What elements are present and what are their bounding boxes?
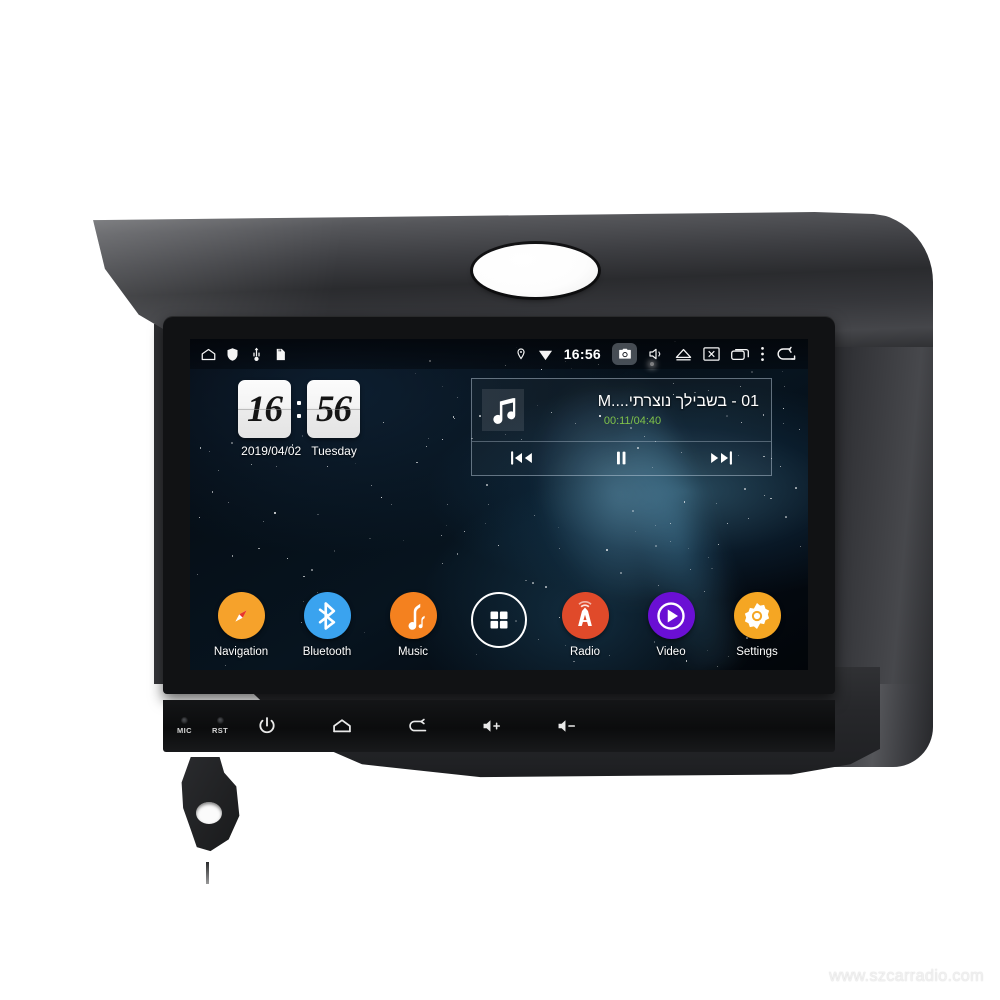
hardware-indicators: MIC RST (177, 717, 228, 735)
app-music[interactable]: Music (377, 592, 449, 658)
clock-date: 2019/04/02 (241, 444, 302, 458)
volume-down-button[interactable] (554, 713, 580, 739)
screenshot-root: 16:56 16 56 2019/04/02 Tuesday 01 - בשבי… (0, 0, 1000, 1000)
bluetooth-icon (303, 592, 351, 639)
screen-off-icon[interactable] (703, 347, 720, 361)
flip-clock: 16 56 (238, 380, 360, 438)
app-radio[interactable]: Radio (549, 592, 621, 658)
clock-minutes-value: 56 (316, 388, 352, 430)
radio-tower-icon (561, 592, 609, 639)
clock-widget[interactable]: 16 56 2019/04/02 Tuesday (238, 380, 360, 458)
clock-hours: 16 (238, 380, 291, 438)
shield-icon (225, 347, 240, 362)
sdcard-icon (273, 347, 288, 362)
clock-subtitle: 2019/04/02 Tuesday (238, 444, 360, 458)
music-widget-meta: 01 - בשבילך נוצרתי....M 00:11/04:40 (524, 393, 765, 427)
gear-icon (733, 592, 781, 639)
rst-label: RST (211, 726, 229, 735)
bracket-pin (206, 862, 209, 884)
wifi-icon (538, 348, 553, 361)
speaker-mute-icon[interactable] (648, 346, 664, 362)
clock-colon (297, 400, 301, 418)
status-bar-clock: 16:56 (563, 346, 601, 362)
clock-hours-value: 16 (247, 388, 283, 430)
camera-icon[interactable] (612, 343, 637, 365)
status-bar: 16:56 (190, 339, 808, 369)
music-note-icon (389, 592, 437, 639)
skip-next-icon[interactable] (693, 445, 749, 471)
volume-up-button[interactable] (479, 713, 505, 739)
music-time-display: 00:11/04:40 (603, 415, 662, 427)
music-transport-controls (472, 441, 771, 474)
app-drawer-icon (471, 592, 527, 648)
sensor-oval-cutout (473, 244, 598, 297)
bracket-screw-hole (196, 802, 222, 824)
back-arrow-icon[interactable] (776, 346, 796, 362)
clock-weekday: Tuesday (311, 444, 357, 458)
music-note-icon (482, 389, 524, 431)
clock-minutes: 56 (307, 380, 360, 438)
eject-icon[interactable] (675, 348, 692, 361)
power-button[interactable] (254, 713, 280, 739)
app-label: Navigation (213, 646, 269, 658)
hardware-button-bar: MIC RST (163, 700, 835, 752)
location-pin-icon (515, 347, 527, 361)
status-bar-left-group (190, 347, 288, 362)
app-video[interactable]: Video (635, 592, 707, 658)
app-navigation[interactable]: Navigation (205, 592, 277, 658)
back-button[interactable] (404, 713, 430, 739)
mic-label: MIC (177, 726, 192, 735)
app-dock: Navigation Bluetooth Music Radio Video S… (190, 592, 808, 658)
app-settings[interactable]: Settings (721, 592, 793, 658)
screen-bezel: 16:56 16 56 2019/04/02 Tuesday 01 - בשבי… (163, 316, 835, 694)
music-widget-info-row: 01 - בשבילך נוצרתי....M 00:11/04:40 (472, 379, 771, 441)
skip-previous-icon[interactable] (494, 445, 550, 471)
app-label: Video (656, 646, 686, 658)
reset-hole[interactable]: RST (212, 717, 228, 735)
music-track-title: 01 - בשבילך נוצרתי....M (597, 393, 759, 410)
more-vertical-icon[interactable] (760, 346, 765, 362)
play-circle-icon (647, 592, 695, 639)
music-player-widget[interactable]: 01 - בשבילך נוצרתי....M 00:11/04:40 (471, 378, 772, 476)
app-bluetooth[interactable]: Bluetooth (291, 592, 363, 658)
pause-icon[interactable] (593, 445, 649, 471)
app-label: Settings (736, 646, 778, 658)
status-bar-right-group: 16:56 (515, 343, 808, 365)
compass-icon (217, 592, 265, 639)
hardware-keys (254, 713, 580, 739)
lcd-screen[interactable]: 16:56 16 56 2019/04/02 Tuesday 01 - בשבי… (190, 339, 808, 670)
app-label: Music (397, 646, 429, 658)
watermark: www.szcarradio.com (829, 967, 984, 985)
app-label: Bluetooth (302, 646, 352, 658)
microphone-hole: MIC (177, 717, 192, 735)
app-drawer-button[interactable] (463, 592, 535, 655)
home-button[interactable] (329, 713, 355, 739)
usb-icon (249, 347, 264, 362)
app-label: Radio (569, 646, 601, 658)
recents-icon[interactable] (731, 348, 749, 361)
home-icon[interactable] (201, 347, 216, 362)
